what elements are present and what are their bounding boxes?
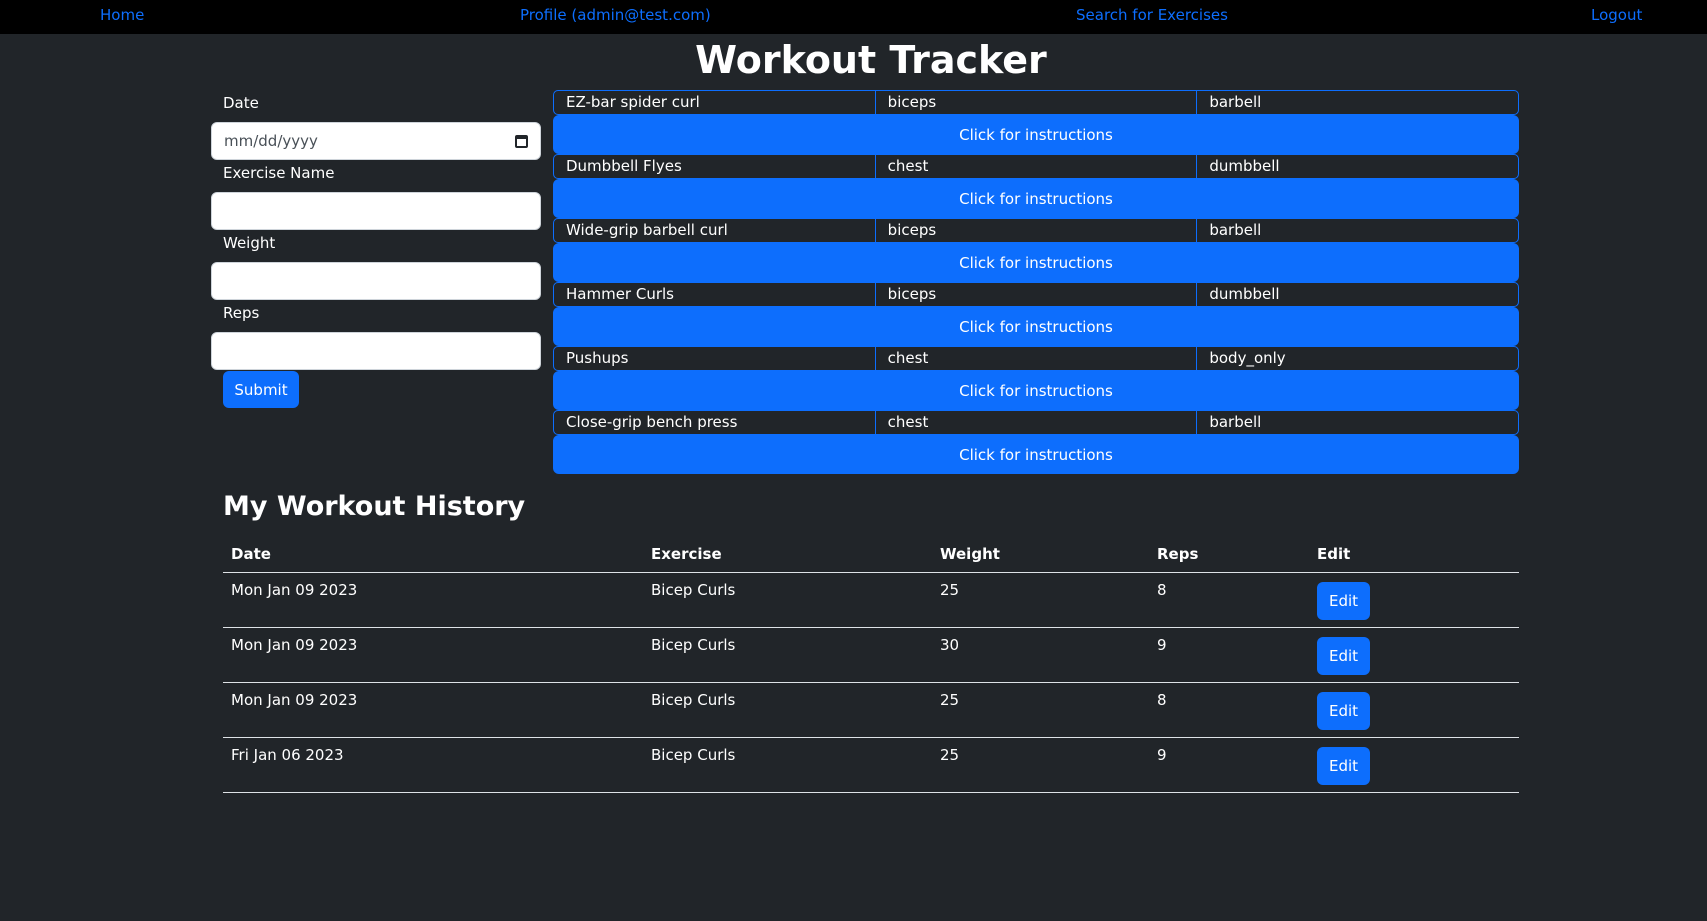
cell-date: Mon Jan 09 2023	[223, 627, 643, 683]
exercise-muscle: biceps	[876, 283, 1198, 306]
exercise-row: Pushups chest body_only	[553, 346, 1519, 371]
exercise-row: Close-grip bench press chest barbell	[553, 410, 1519, 435]
date-label: Date	[223, 94, 259, 112]
reps-label: Reps	[223, 304, 260, 322]
exercise-muscle: biceps	[876, 91, 1198, 114]
cell-reps: 9	[1149, 627, 1309, 683]
exercise-list: EZ-bar spider curl biceps barbell Click …	[553, 90, 1519, 474]
page-title: Workout Tracker	[695, 38, 1047, 82]
edit-button[interactable]: Edit	[1317, 691, 1370, 730]
exercise-muscle: chest	[876, 347, 1198, 370]
cell-weight: 25	[932, 737, 1149, 793]
table-header-row: Date Exercise Weight Reps Edit	[223, 536, 1519, 573]
exercise-item: EZ-bar spider curl biceps barbell Click …	[553, 90, 1519, 154]
instructions-button[interactable]: Click for instructions	[553, 307, 1519, 346]
exercise-name: Pushups	[554, 347, 876, 370]
cell-edit: Edit	[1309, 572, 1519, 628]
exercise-muscle: chest	[876, 411, 1198, 434]
table-row: Fri Jan 06 2023 Bicep Curls 25 9 Edit	[223, 737, 1519, 793]
exercise-muscle: chest	[876, 155, 1198, 178]
exercise-row: Hammer Curls biceps dumbbell	[553, 282, 1519, 307]
exercise-item: Hammer Curls biceps dumbbell Click for i…	[553, 282, 1519, 346]
exercise-item: Pushups chest body_only Click for instru…	[553, 346, 1519, 410]
date-placeholder: mm/dd/yyyy	[224, 132, 318, 150]
cell-date: Mon Jan 09 2023	[223, 572, 643, 628]
calendar-icon[interactable]	[515, 134, 528, 148]
instructions-button[interactable]: Click for instructions	[553, 179, 1519, 218]
cell-exercise: Bicep Curls	[643, 737, 932, 793]
instructions-button[interactable]: Click for instructions	[553, 435, 1519, 474]
history-table: Date Exercise Weight Reps Edit Mon Jan 0…	[223, 536, 1519, 793]
column-header-exercise: Exercise	[643, 536, 932, 573]
exercise-equipment: barbell	[1209, 413, 1262, 431]
column-header-edit: Edit	[1309, 536, 1519, 573]
table-row: Mon Jan 09 2023 Bicep Curls 25 8 Edit	[223, 572, 1519, 628]
cell-exercise: Bicep Curls	[643, 682, 932, 738]
cell-edit: Edit	[1309, 627, 1519, 683]
date-input[interactable]: mm/dd/yyyy	[211, 122, 541, 160]
edit-button[interactable]: Edit	[1317, 636, 1370, 675]
exercise-name: EZ-bar spider curl	[554, 91, 876, 114]
exercise-row: Wide-grip barbell curl biceps barbell	[553, 218, 1519, 243]
column-header-reps: Reps	[1149, 536, 1309, 573]
exercise-name: Wide-grip barbell curl	[554, 219, 876, 242]
instructions-button[interactable]: Click for instructions	[553, 115, 1519, 154]
cell-exercise: Bicep Curls	[643, 572, 932, 628]
weight-input[interactable]	[211, 262, 541, 300]
exercise-name: Close-grip bench press	[554, 411, 876, 434]
cell-edit: Edit	[1309, 682, 1519, 738]
exercise-item: Close-grip bench press chest barbell Cli…	[553, 410, 1519, 474]
exercise-name: Hammer Curls	[554, 283, 876, 306]
cell-date: Fri Jan 06 2023	[223, 737, 643, 793]
exercise-row: Dumbbell Flyes chest dumbbell	[553, 154, 1519, 179]
history-title: My Workout History	[223, 491, 526, 522]
exercise-name: Dumbbell Flyes	[554, 155, 876, 178]
cell-reps: 8	[1149, 682, 1309, 738]
submit-button[interactable]: Submit	[223, 371, 299, 408]
edit-button[interactable]: Edit	[1317, 746, 1370, 785]
cell-weight: 25	[932, 682, 1149, 738]
table-row: Mon Jan 09 2023 Bicep Curls 25 8 Edit	[223, 682, 1519, 738]
nav-search-exercises-link[interactable]: Search for Exercises	[1076, 6, 1228, 24]
top-nav: Home Profile (admin@test.com) Search for…	[0, 0, 1707, 34]
exercise-equipment: dumbbell	[1209, 157, 1280, 175]
column-header-weight: Weight	[932, 536, 1149, 573]
cell-reps: 8	[1149, 572, 1309, 628]
cell-exercise: Bicep Curls	[643, 627, 932, 683]
nav-home-link[interactable]: Home	[100, 6, 144, 24]
weight-label: Weight	[223, 234, 276, 252]
cell-edit: Edit	[1309, 737, 1519, 793]
exercise-name-input[interactable]	[211, 192, 541, 230]
nav-profile-link[interactable]: Profile (admin@test.com)	[520, 6, 711, 24]
exercise-equipment: barbell	[1209, 221, 1262, 239]
exercise-equipment: barbell	[1209, 93, 1262, 111]
exercise-equipment: body_only	[1209, 349, 1286, 367]
instructions-button[interactable]: Click for instructions	[553, 371, 1519, 410]
exercise-row: EZ-bar spider curl biceps barbell	[553, 90, 1519, 115]
column-header-date: Date	[223, 536, 643, 573]
exercise-name-label: Exercise Name	[223, 164, 335, 182]
reps-input[interactable]	[211, 332, 541, 370]
edit-button[interactable]: Edit	[1317, 581, 1370, 620]
exercise-item: Wide-grip barbell curl biceps barbell Cl…	[553, 218, 1519, 282]
cell-weight: 30	[932, 627, 1149, 683]
cell-weight: 25	[932, 572, 1149, 628]
exercise-equipment: dumbbell	[1209, 285, 1280, 303]
cell-date: Mon Jan 09 2023	[223, 682, 643, 738]
table-row: Mon Jan 09 2023 Bicep Curls 30 9 Edit	[223, 627, 1519, 683]
cell-reps: 9	[1149, 737, 1309, 793]
exercise-item: Dumbbell Flyes chest dumbbell Click for …	[553, 154, 1519, 218]
instructions-button[interactable]: Click for instructions	[553, 243, 1519, 282]
exercise-muscle: biceps	[876, 219, 1198, 242]
nav-logout-link[interactable]: Logout	[1591, 6, 1642, 24]
